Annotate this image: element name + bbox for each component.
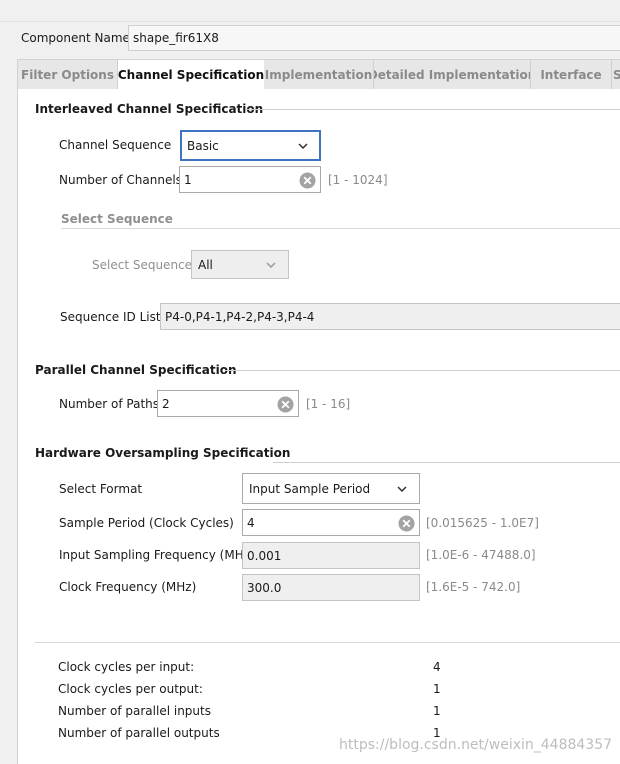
tab-implementation-label: Implementation	[264, 67, 373, 82]
clear-icon[interactable]	[398, 515, 415, 532]
watermark: https://blog.csdn.net/weixin_44884357	[339, 737, 613, 753]
clock-frequency-range: [1.6E-5 - 742.0]	[426, 580, 521, 594]
parallel-inputs-value: 1	[433, 704, 441, 718]
chevron-down-icon	[298, 142, 308, 149]
number-of-channels-value: 1	[184, 172, 192, 187]
tab-bar: Filter Options Channel Specification Imp…	[17, 59, 620, 89]
number-of-channels-label: Number of Channels	[59, 173, 182, 187]
interleaved-section-rule	[246, 109, 620, 110]
tab-implementation[interactable]: Implementation	[264, 60, 374, 89]
input-sampling-frequency-field[interactable]: 0.001	[242, 542, 420, 569]
clock-frequency-value: 300.0	[247, 580, 282, 595]
tab-interface[interactable]: Interface	[531, 60, 612, 89]
component-name-label: Component Name	[21, 31, 130, 45]
sequence-id-list-field[interactable]: P4-0,P4-1,P4-2,P4-3,P4-4	[160, 303, 620, 330]
tab-truncated[interactable]: S	[612, 60, 620, 89]
sequence-id-list-value: P4-0,P4-1,P4-2,P4-3,P4-4	[165, 309, 315, 324]
hardware-section-rule	[273, 462, 620, 463]
channel-sequence-value: Basic	[187, 138, 219, 153]
tab-channel-specification-label: Channel Specification	[118, 67, 264, 82]
clock-frequency-field[interactable]: 300.0	[242, 574, 420, 601]
input-sampling-frequency-value: 0.001	[247, 548, 282, 563]
parallel-outputs-label: Number of parallel outputs	[58, 726, 220, 740]
clock-cycles-per-output-value: 1	[433, 682, 441, 696]
select-format-dropdown[interactable]: Input Sample Period	[242, 473, 420, 504]
clock-frequency-label: Clock Frequency (MHz)	[59, 580, 197, 594]
summary-divider	[35, 642, 620, 643]
select-format-value: Input Sample Period	[249, 481, 371, 496]
select-format-label: Select Format	[59, 482, 143, 496]
sample-period-input[interactable]: 4	[242, 509, 420, 536]
sequence-id-list-label: Sequence ID List	[60, 310, 161, 324]
tab-filter-options-label: Filter Options	[21, 67, 114, 82]
clock-cycles-per-input-value: 4	[433, 660, 441, 674]
channel-sequence-dropdown[interactable]: Basic	[180, 130, 321, 161]
interleaved-section-title: Interleaved Channel Specification	[35, 102, 264, 116]
channel-sequence-label: Channel Sequence	[59, 138, 172, 152]
select-sequence-section-rule	[61, 228, 620, 229]
number-of-paths-range: [1 - 16]	[306, 397, 351, 411]
select-sequence-label: Select Sequence	[92, 258, 193, 272]
select-sequence-section-title: Select Sequence	[61, 212, 173, 226]
hardware-section-title: Hardware Oversampling Specification	[35, 446, 291, 460]
chevron-down-icon	[397, 485, 407, 492]
input-sampling-frequency-range: [1.0E-6 - 47488.0]	[426, 548, 536, 562]
clear-icon[interactable]	[277, 396, 294, 413]
number-of-paths-value: 2	[162, 396, 170, 411]
number-of-channels-input[interactable]: 1	[179, 166, 321, 193]
tab-detailed-implementation[interactable]: Detailed Implementation	[374, 60, 531, 89]
chevron-down-icon	[266, 261, 276, 268]
select-sequence-value: All	[198, 257, 213, 272]
top-strip-rule	[0, 21, 620, 22]
number-of-channels-range: [1 - 1024]	[328, 173, 388, 187]
select-sequence-dropdown[interactable]: All	[191, 250, 289, 279]
tab-channel-specification[interactable]: Channel Specification	[118, 59, 264, 89]
tab-detailed-implementation-label: Detailed Implementation	[374, 67, 531, 82]
component-name-value: shape_fir61X8	[133, 31, 219, 45]
parallel-section-title: Parallel Channel Specification	[35, 363, 237, 377]
input-sampling-frequency-label: Input Sampling Frequency (MHz)	[59, 548, 255, 562]
tab-filter-options[interactable]: Filter Options	[18, 60, 118, 89]
sample-period-range: [0.015625 - 1.0E7]	[426, 516, 539, 530]
tab-truncated-label: S	[613, 67, 620, 82]
clear-icon[interactable]	[299, 172, 316, 189]
clock-cycles-per-input-label: Clock cycles per input:	[58, 660, 195, 674]
sample-period-label: Sample Period (Clock Cycles)	[59, 516, 234, 530]
parallel-inputs-label: Number of parallel inputs	[58, 704, 211, 718]
sample-period-value: 4	[247, 515, 255, 530]
component-name-field[interactable]: shape_fir61X8	[128, 25, 620, 51]
clock-cycles-per-output-label: Clock cycles per output:	[58, 682, 203, 696]
tab-interface-label: Interface	[540, 67, 602, 82]
number-of-paths-input[interactable]: 2	[157, 390, 299, 417]
number-of-paths-label: Number of Paths	[59, 397, 160, 411]
channel-specification-panel: Interleaved Channel Specification Channe…	[17, 89, 620, 764]
top-strip	[0, 0, 620, 23]
parallel-section-rule	[225, 370, 620, 371]
